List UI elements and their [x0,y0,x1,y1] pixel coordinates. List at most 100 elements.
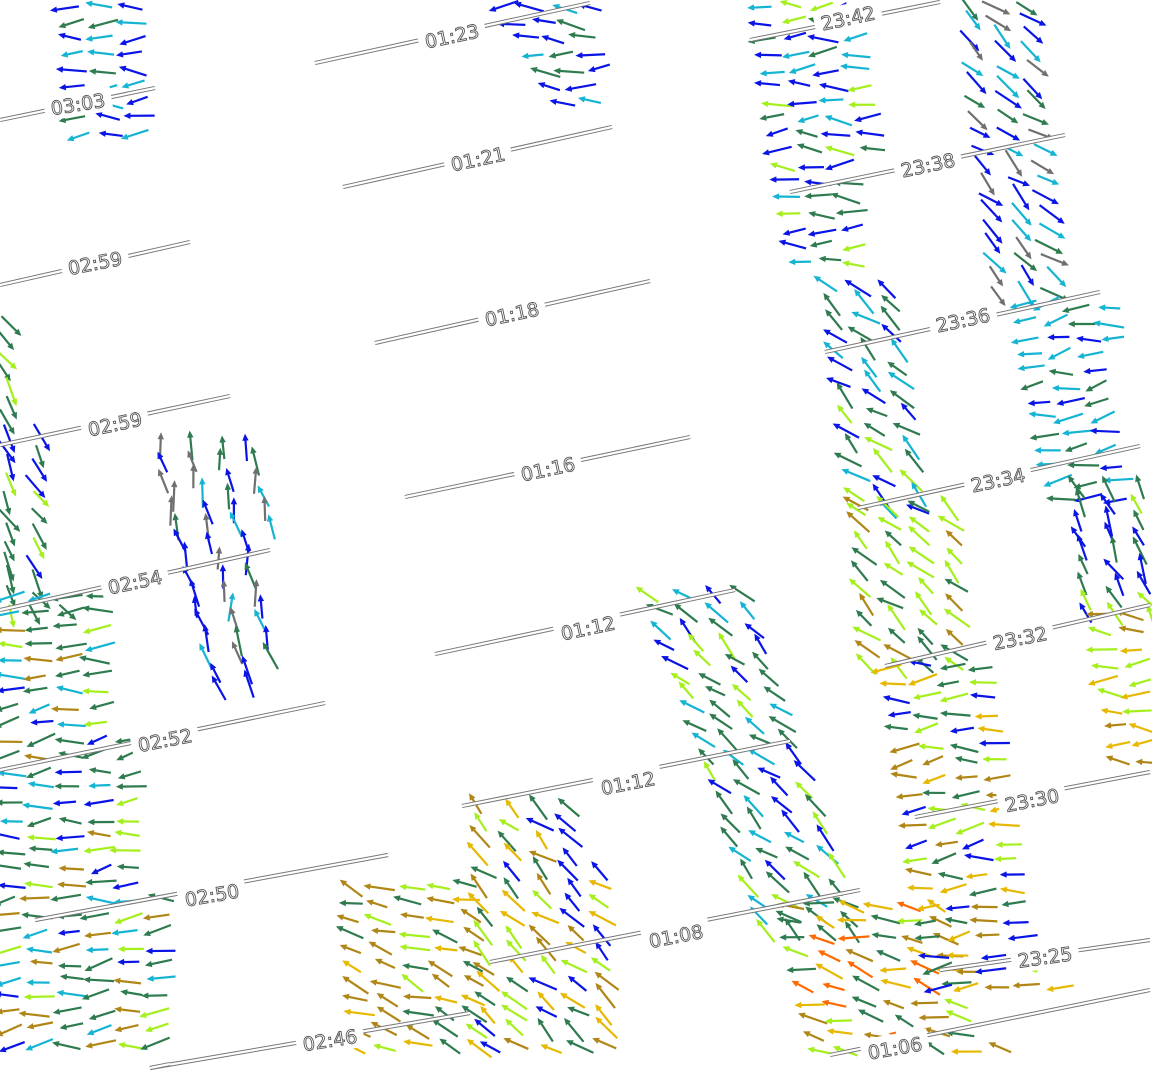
wind-vector-arrow [833,452,863,468]
wind-vector-arrow [783,831,805,844]
time-label: 02:54 [106,567,164,600]
wind-vector-arrow [1087,626,1112,637]
wind-vector-arrow [145,947,176,955]
wind-vector-arrow [961,61,984,76]
wind-vector-arrow [1007,176,1031,187]
wind-vector-arrow [32,537,45,560]
wind-vector-arrow [1077,350,1104,359]
wind-vector-arrow [81,988,110,1000]
wind-vector-arrow [116,863,139,871]
wind-vector-arrow [343,1008,375,1017]
wind-vector-map: 03:0302:5902:5902:5402:5202:5002:4601:23… [0,0,1152,1071]
wind-vector-arrow [531,911,560,925]
wind-vector-arrow [1097,687,1124,699]
wind-vector-arrow [949,743,979,754]
wind-vector-arrow [825,309,843,331]
wind-vector-arrow [262,641,279,670]
wind-vector-arrow [28,703,50,714]
wind-vector-arrow [548,50,574,59]
wind-vector-arrow [905,839,928,850]
wind-vector-arrow [535,829,549,850]
wind-vector-arrow [914,722,939,734]
wind-vector-arrow [1012,982,1040,989]
wind-vector-arrow [1017,351,1043,358]
wind-vector-arrow [0,315,22,336]
wind-vector-arrow [85,34,113,42]
wind-vector-arrow [1105,740,1131,749]
wind-vector-arrow [261,495,268,521]
wind-vector-arrow [1090,410,1116,424]
wind-vector-arrow [114,1023,139,1033]
wind-vector-arrow [826,1028,853,1035]
wind-vector-arrow [1099,464,1123,472]
wind-vector-arrow [1047,333,1070,341]
wind-vector-arrow [401,973,424,993]
wind-vector-arrow [114,912,143,925]
wind-vector-arrow [52,1006,82,1015]
wind-vector-arrow [902,857,927,865]
wind-vector-arrow [577,96,602,104]
wind-vector-arrow [0,702,19,712]
wind-vector-arrow [715,790,733,815]
wind-vector-arrow [537,82,561,92]
wind-vector-arrow [1128,678,1152,688]
wind-vector-arrow [808,45,838,58]
wind-vector-arrow [0,1008,20,1015]
wind-vector-arrow [499,910,526,927]
wind-vector-arrow [1089,427,1120,435]
wind-vector-arrow [635,586,659,604]
wind-vector-arrow [587,63,611,73]
wind-vector-arrow [439,1038,461,1055]
wind-vector-arrow [58,865,84,872]
wind-vector-arrow [870,914,901,925]
wind-vector-arrow [157,468,170,494]
wind-vector-arrow [887,711,911,718]
wind-vector-arrow [1083,367,1107,375]
wind-vector-arrow [954,774,978,781]
wind-vector-arrow [0,786,18,790]
wind-vector-arrow [393,895,422,906]
wind-vector-arrow [427,960,453,978]
wind-vector-arrow [1067,320,1096,328]
wind-vector-arrow [117,770,142,780]
wind-vector-arrow [115,50,143,58]
wind-vector-arrow [968,887,997,897]
wind-vector-arrow [56,721,86,728]
wind-vector-arrow [791,980,814,994]
wind-vector-arrow [402,1008,434,1017]
wind-vector-arrow [49,5,80,13]
wind-vector-arrow [1061,303,1090,314]
wind-vector-arrow [89,700,115,710]
wind-vector-arrow [967,110,988,131]
wind-vector-arrow [23,861,50,869]
wind-vector-arrow [84,957,113,971]
wind-vector-arrow [939,692,969,703]
wind-vector-arrow [31,457,48,482]
wind-vector-arrow [922,789,946,797]
wind-vector-arrow [374,958,396,970]
wind-vector-arrow [974,967,1007,975]
wind-vector-arrow [865,407,888,418]
wind-vector-arrow [55,669,80,678]
wind-vector-arrow [747,4,772,11]
wind-vector-arrow [1031,189,1059,205]
wind-vector-arrow [22,686,48,694]
wind-vector-arrow [661,655,689,671]
wind-vector-arrow [26,732,56,747]
wind-vector-arrow [114,1006,141,1013]
wind-vector-arrow [339,879,364,898]
wind-vector-arrow [0,408,15,435]
wind-vector-arrow [931,852,957,864]
wind-vector-arrow [114,829,140,837]
wind-vector-arrow [525,817,555,832]
wind-vector-arrow [1135,758,1152,766]
wind-vector-arrow [0,671,25,680]
wind-vector-arrow [1084,397,1109,408]
wind-vector-arrow [812,811,829,835]
wind-vector-arrow [969,126,991,138]
wind-vector-arrow [994,89,1022,109]
wind-vector-arrow [854,112,882,123]
wind-vector-field [0,0,1152,1059]
wind-vector-arrow [732,779,761,796]
wind-vector-arrow [0,799,23,806]
